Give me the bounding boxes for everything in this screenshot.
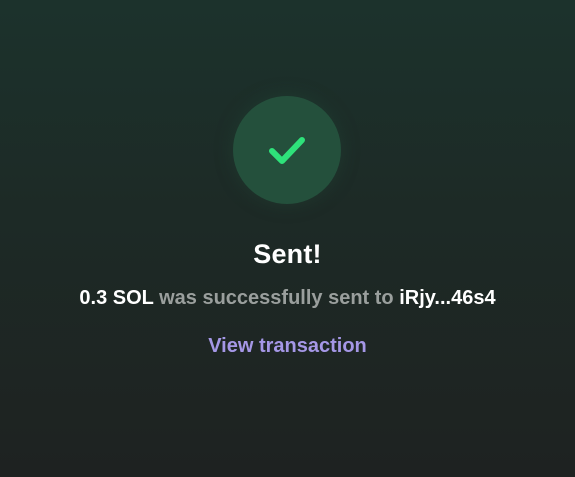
recipient-address: iRjy...46s4 — [399, 287, 496, 309]
view-transaction-link[interactable]: View transaction — [208, 335, 367, 357]
sent-amount: 0.3 SOL — [79, 287, 154, 309]
view-transaction-link-row: View transaction — [0, 333, 575, 359]
message-text: was successfully sent to — [153, 287, 400, 309]
page-title: Sent! — [253, 239, 322, 269]
success-message: 0.3 SOL was successfully sent to iRjy...… — [0, 285, 575, 311]
success-badge — [233, 96, 341, 204]
checkmark-icon — [269, 137, 305, 164]
send-success-screen: Sent! 0.3 SOL was successfully sent to i… — [0, 0, 575, 477]
